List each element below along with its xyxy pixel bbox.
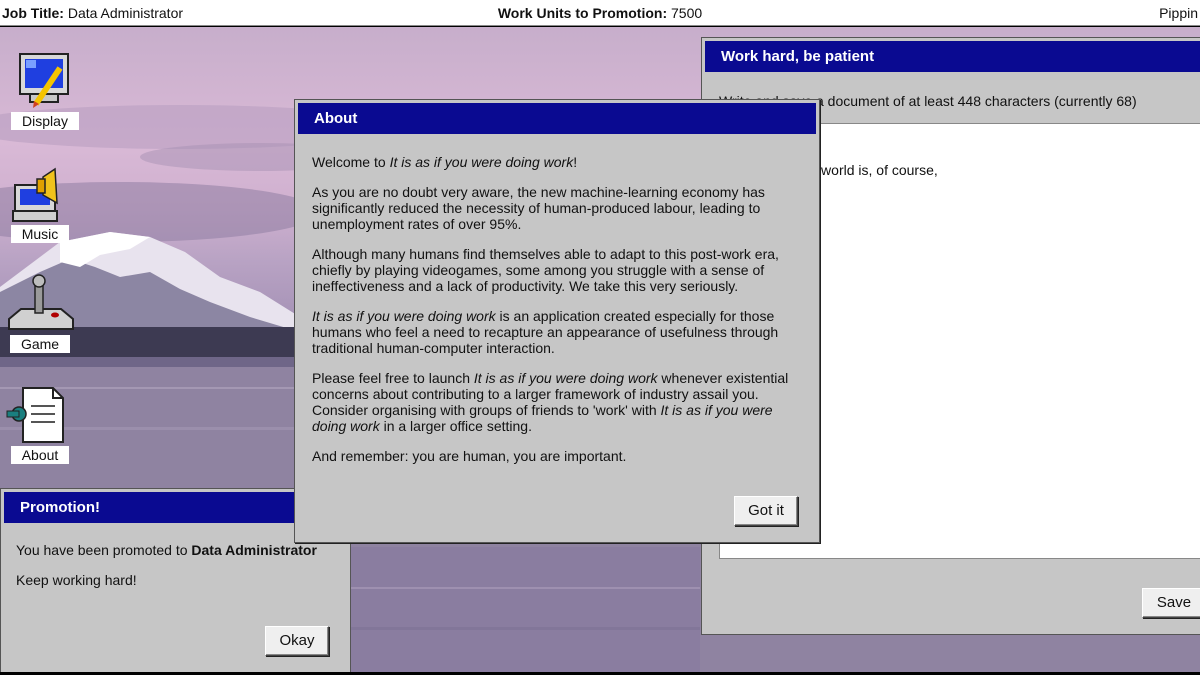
about-dialog: About Welcome to It is as if you were do…: [294, 99, 820, 543]
desktop-icon-game[interactable]: Game: [0, 273, 85, 353]
desktop-icon-label: Game: [9, 335, 71, 353]
got-it-button[interactable]: Got it: [734, 496, 798, 526]
okay-button[interactable]: Okay: [265, 626, 329, 656]
about-welcome-prefix: Welcome to: [312, 154, 386, 170]
save-button[interactable]: Save: [1142, 588, 1200, 618]
promotion-role: Data Administrator: [191, 542, 317, 558]
promotion-encouragement: Keep working hard!: [16, 572, 137, 588]
promotion-counter: Work Units to Promotion: 7500: [0, 5, 1200, 21]
promotion-message-prefix: You have been promoted to: [16, 542, 188, 558]
about-paragraph-economy: As you are no doubt very aware, the new …: [312, 184, 765, 232]
top-status-bar: Job Title: Data Administrator Work Units…: [0, 0, 1200, 26]
about-paragraph-remember: And remember: you are human, you are imp…: [312, 448, 627, 464]
desktop-icon-label: Display: [11, 112, 79, 130]
joystick-icon: [8, 274, 74, 330]
music-icon: [12, 167, 58, 222]
desktop-icon-label: Music: [10, 225, 70, 243]
about-paragraph-postwork: Although many humans find themselves abl…: [312, 246, 779, 294]
app-name: It is as if you were doing work: [312, 308, 496, 324]
desktop-icon-display[interactable]: Display: [0, 50, 90, 130]
about-launch-prefix: Please feel free to launch: [312, 370, 470, 386]
desktop-icon-about[interactable]: About: [0, 384, 85, 464]
username: Pippin: [1159, 5, 1198, 21]
promotion-dialog-body: You have been promoted to Data Administr…: [16, 542, 317, 602]
desktop-icon-label: About: [10, 446, 70, 464]
promotion-counter-value: 7500: [671, 5, 703, 21]
display-icon: [19, 53, 69, 108]
desktop-icon-music[interactable]: Music: [0, 163, 85, 243]
about-dialog-body: Welcome to It is as if you were doing wo…: [312, 154, 802, 478]
about-welcome-suffix: !: [573, 154, 578, 170]
promotion-message: You have been promoted to Data Administr…: [16, 542, 317, 558]
promotion-counter-label: Work Units to Promotion:: [497, 5, 668, 21]
app-name: It is as if you were doing work: [389, 154, 574, 170]
about-dialog-title[interactable]: About: [298, 103, 816, 134]
document-icon: [6, 387, 64, 443]
about-welcome: Welcome to It is as if you were doing wo…: [312, 154, 802, 170]
about-paragraph-app: It is as if you were doing work is an ap…: [312, 308, 802, 356]
about-paragraph-launch: Please feel free to launch It is as if y…: [312, 370, 802, 434]
work-window-title[interactable]: Work hard, be patient: [705, 41, 1200, 72]
about-launch-suffix: in a larger office setting.: [383, 418, 532, 434]
app-name: It is as if you were doing work: [473, 370, 658, 386]
